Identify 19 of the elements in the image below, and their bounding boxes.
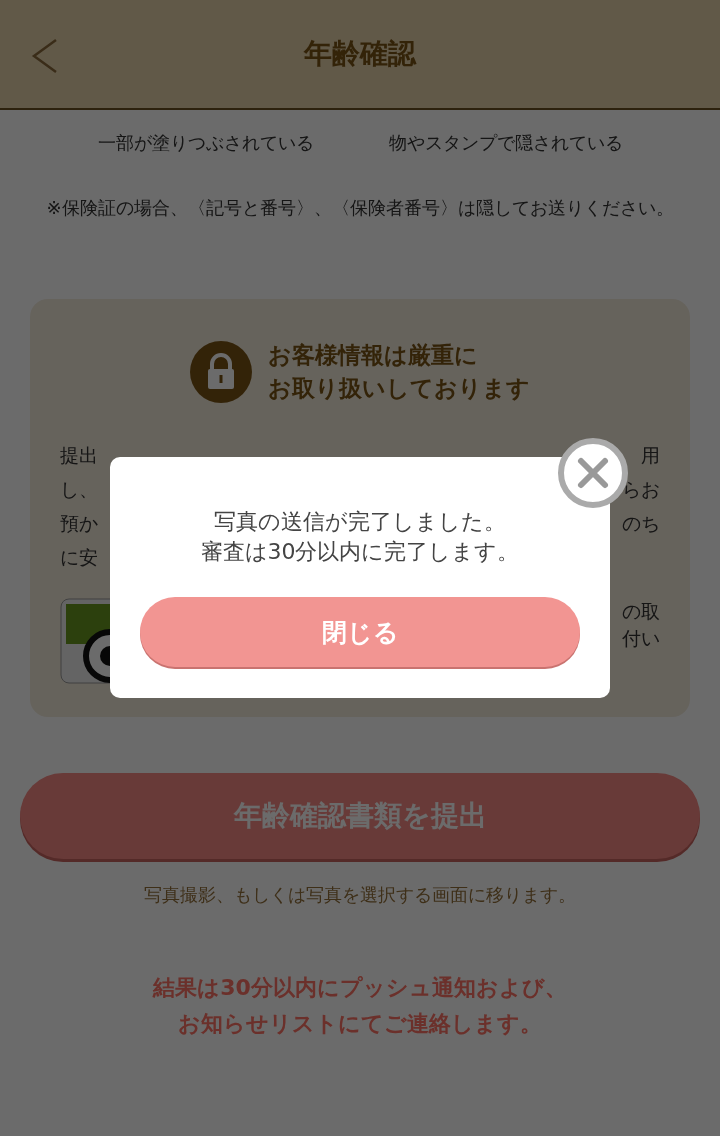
security-heading: お客様情報は厳重に お取り扱いしております [268, 341, 530, 403]
result-notice: 結果は30分以内にプッシュ通知および、 お知らせリストにてご連絡します。 [151, 974, 568, 1038]
body-text: 預か [60, 511, 98, 536]
body-text: し、 [60, 477, 98, 502]
submit-hint: 写真撮影、もしくは写真を選択する画面に移ります。 [143, 884, 577, 906]
body-text: 用 [641, 443, 660, 468]
example-caption: 物やスタンプで隠されている [388, 132, 623, 154]
page-title: 年齢確認 [304, 36, 416, 72]
lock-icon [190, 341, 252, 403]
body-text: のち [622, 511, 660, 536]
close-button[interactable]: 閉じる [140, 597, 580, 667]
dialog-message: 写真の送信が完了しました。 審査は30分以内に完了します。 [199, 508, 521, 566]
example-caption: 一部が塗りつぶされている [97, 132, 314, 154]
body-text: 提出 [60, 443, 98, 468]
body-text: らお [622, 477, 660, 502]
seal-text: 付い [622, 626, 660, 651]
seal-text: の取 [622, 599, 660, 624]
note-text: ※保険証の場合、〈記号と番号〉、〈保険者番号〉は隠してお送りください。 [45, 196, 675, 220]
body-text: に安 [60, 545, 98, 570]
